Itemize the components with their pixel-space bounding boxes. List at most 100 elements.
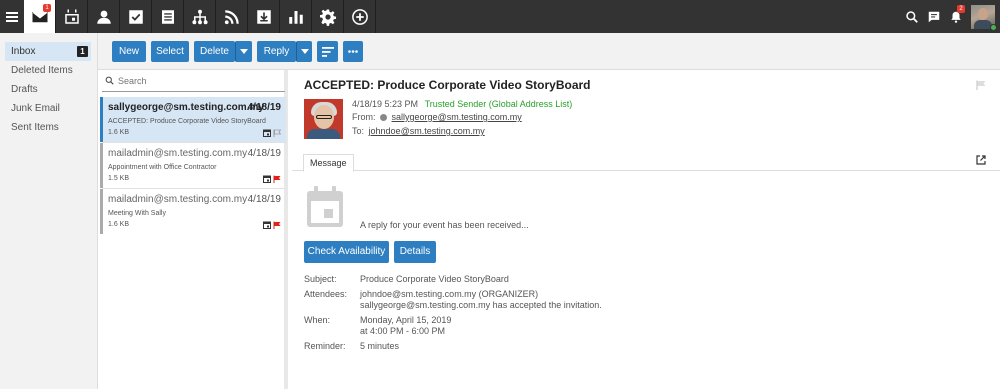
file-storage-app-icon[interactable]: [248, 0, 280, 33]
from-line: From: sallygeorge@sm.testing.com.my: [352, 112, 522, 122]
reminder-label: Reminder:: [304, 341, 346, 351]
message-list-item[interactable]: mailadmin@sm.testing.com.my 4/18/19 Appo…: [100, 143, 286, 188]
message-date: 4/18/19: [247, 102, 281, 113]
subject-value: Produce Corporate Video StoryBoard: [360, 274, 509, 284]
reading-pane: ACCEPTED: Produce Corporate Video StoryB…: [292, 70, 1000, 389]
unread-count-badge: 1: [77, 46, 88, 57]
message-subject: Meeting With Sally: [108, 210, 166, 217]
message-list-item[interactable]: mailadmin@sm.testing.com.my 4/18/19 Meet…: [100, 189, 286, 234]
presence-status-icon: [380, 114, 388, 121]
message-date: 4/18/19: [247, 148, 281, 159]
to-line: To: johndoe@sm.testing.com.my: [352, 126, 485, 136]
message-tabs: Message: [292, 151, 1000, 172]
reply-dropdown-chevron-icon[interactable]: [296, 41, 312, 62]
message-size: 1.6 KB: [108, 129, 130, 136]
folder-label: Sent Items: [11, 122, 59, 133]
message-datetime: 4/18/19 5:23 PM: [352, 99, 419, 109]
user-avatar[interactable]: [971, 4, 997, 31]
search-input[interactable]: [118, 75, 268, 86]
attendees-label: Attendees:: [304, 289, 348, 299]
folder-sent-items[interactable]: Sent Items: [5, 118, 91, 137]
attendee-accepted: sallygeorge@sm.testing.com.my has accept…: [360, 300, 602, 310]
reminder-row: Reminder: 5 minutes: [304, 341, 399, 352]
chat-icon[interactable]: [923, 0, 945, 33]
organization-app-icon[interactable]: [184, 0, 216, 33]
folder-label: Drafts: [11, 84, 38, 95]
calendar-icon: [263, 175, 271, 183]
calendar-icon: [263, 221, 271, 229]
to-label: To:: [352, 126, 365, 136]
trusted-sender-label: Trusted Sender (Global Address List): [424, 99, 573, 109]
search-icon: [105, 76, 114, 85]
message-list-item[interactable]: sallygeorge@sm.testing.com.my 4/18/19 AC…: [100, 97, 286, 142]
contacts-app-icon[interactable]: [88, 0, 120, 33]
flag-icon[interactable]: [976, 80, 986, 90]
flag-icon[interactable]: [273, 221, 281, 229]
reply-received-text: A reply for your event has been received…: [360, 220, 529, 230]
search-icon[interactable]: [901, 0, 923, 33]
message-subject: Appointment with Office Contractor: [108, 164, 217, 171]
calendar-icon: [263, 129, 271, 137]
when-date: Monday, April 15, 2019: [360, 315, 452, 325]
from-address[interactable]: sallygeorge@sm.testing.com.my: [392, 112, 522, 122]
mail-badge: 1: [43, 4, 51, 12]
folder-label: Deleted Items: [11, 65, 73, 76]
message-meta: 4/18/19 5:23 PM Trusted Sender (Global A…: [352, 99, 572, 109]
folder-inbox[interactable]: Inbox 1: [5, 42, 91, 61]
attendee-organizer: johndoe@sm.testing.com.my (ORGANIZER): [360, 289, 539, 299]
folder-drafts[interactable]: Drafts: [5, 80, 91, 99]
rss-app-icon[interactable]: [216, 0, 248, 33]
reply-button[interactable]: Reply: [257, 41, 296, 62]
when-row: When: Monday, April 15, 2019 at 4:00 PM - …: [304, 315, 451, 337]
mail-toolbar: New Select Delete Reply: [98, 33, 1000, 70]
settings-app-icon[interactable]: [312, 0, 344, 33]
folder-deleted-items[interactable]: Deleted Items: [5, 61, 91, 80]
search-box: [102, 70, 285, 92]
message-size: 1.5 KB: [108, 175, 130, 182]
notifications-bell-icon[interactable]: 2: [945, 0, 967, 33]
message-subject: ACCEPTED: Produce Corporate Video StoryB…: [108, 118, 266, 125]
message-list: sallygeorge@sm.testing.com.my 4/18/19 AC…: [98, 70, 288, 389]
when-label: When:: [304, 315, 331, 325]
tasks-app-icon[interactable]: [120, 0, 152, 33]
top-bar: 1 2: [0, 0, 1000, 33]
app-switcher: 1: [24, 0, 376, 33]
calendar-event-icon: [307, 186, 343, 227]
message-size: 1.6 KB: [108, 221, 130, 228]
tab-message[interactable]: Message: [303, 154, 354, 172]
check-availability-button[interactable]: Check Availability: [304, 241, 389, 263]
message-title: ACCEPTED: Produce Corporate Video StoryB…: [304, 78, 591, 92]
folder-panel: Inbox 1 Deleted Items Drafts Junk Email …: [0, 33, 98, 389]
sort-icon[interactable]: [317, 41, 338, 62]
notifications-badge: 2: [957, 5, 965, 13]
subject-row: Subject: Produce Corporate Video StoryBoa…: [304, 274, 509, 285]
attendees-row: Attendees: johndoe@sm.testing.com.my (ORG…: [304, 289, 602, 311]
hamburger-menu-icon[interactable]: [0, 0, 24, 33]
folder-junk-email[interactable]: Junk Email: [5, 99, 91, 118]
delete-dropdown-chevron-icon[interactable]: [235, 41, 252, 62]
reports-app-icon[interactable]: [280, 0, 312, 33]
mail-app-icon[interactable]: 1: [24, 0, 56, 33]
pop-out-icon[interactable]: [976, 155, 986, 165]
calendar-app-icon[interactable]: [56, 0, 88, 33]
from-label: From:: [352, 112, 376, 122]
online-status-indicator: [990, 23, 997, 31]
folder-label: Inbox: [11, 46, 36, 57]
new-button[interactable]: New: [112, 41, 146, 62]
details-button[interactable]: Details: [394, 241, 436, 263]
select-button[interactable]: Select: [151, 41, 189, 62]
more-options-icon[interactable]: [343, 41, 363, 62]
reminder-value: 5 minutes: [360, 341, 400, 351]
folder-label: Junk Email: [11, 103, 60, 114]
sender-photo: [304, 99, 343, 139]
flag-icon[interactable]: [273, 129, 281, 137]
when-time: at 4:00 PM - 6:00 PM: [360, 326, 446, 336]
top-right-controls: 2: [901, 0, 1000, 33]
subject-label: Subject:: [304, 274, 337, 284]
delete-button[interactable]: Delete: [194, 41, 235, 62]
flag-icon[interactable]: [273, 175, 281, 183]
to-address[interactable]: johndoe@sm.testing.com.my: [369, 126, 485, 136]
notes-app-icon[interactable]: [152, 0, 184, 33]
add-app-icon[interactable]: [344, 0, 376, 33]
message-date: 4/18/19: [247, 194, 281, 205]
